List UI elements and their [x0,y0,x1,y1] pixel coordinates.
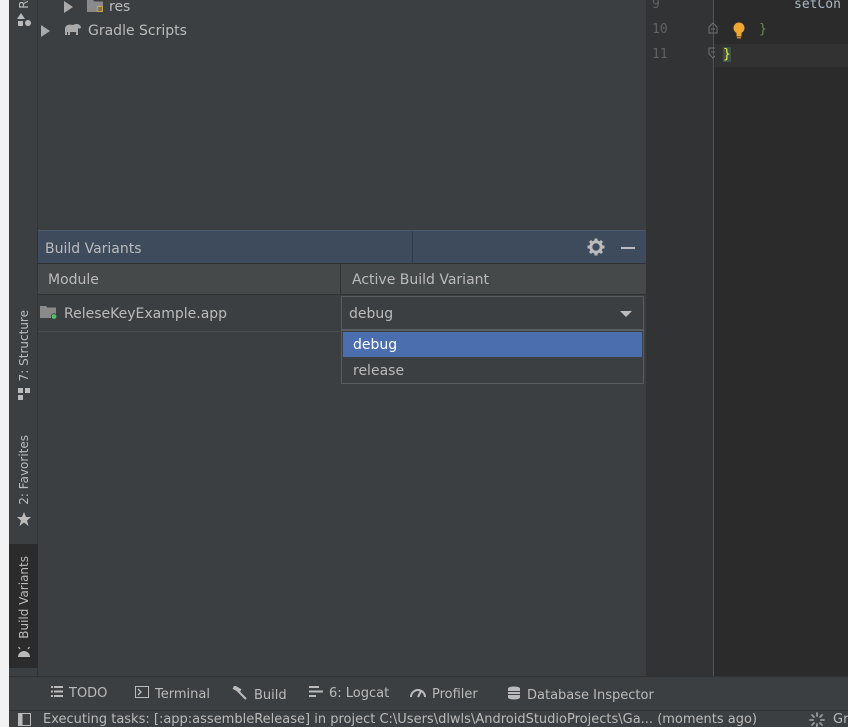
gradle-elephant-icon [64,22,82,40]
tree-item-gradle-scripts[interactable]: Gradle Scripts [41,20,187,42]
bottom-tab-database-inspector[interactable]: Database Inspector [507,686,654,704]
vtab-structure[interactable]: 7: Structure [9,310,38,408]
project-panel: res Gradle Scripts [38,0,646,230]
dropdown-option-release[interactable]: release [343,358,642,383]
panel-title: Build Variants [45,241,142,257]
vtab-resource-manager[interactable]: Reso [9,0,38,50]
lightbulb-icon[interactable] [732,22,746,43]
code-line-9: setCon [794,0,841,12]
folder-icon [87,0,103,16]
code-editor[interactable]: 9 10 11 setCon } } [646,0,848,676]
chevron-down-icon[interactable] [620,311,632,317]
toggle-tool-windows-icon[interactable] [18,713,31,727]
database-icon [507,686,521,704]
bottom-tab-profiler[interactable]: Profiler [410,686,478,702]
bottom-tab-label: Build [254,687,287,703]
tree-item-label: Gradle Scripts [88,23,187,39]
variant-dropdown[interactable]: debug [341,296,644,330]
spinner-icon [809,712,825,727]
expand-arrow-icon[interactable] [64,1,73,13]
hammer-icon [232,685,248,704]
bottom-tab-label: Database Inspector [527,687,654,703]
bottom-tab-label: TODO [69,686,108,701]
module-name: ReleseKeyExample.app [64,305,228,322]
bottom-tab-label: 6: Logcat [329,686,390,701]
bottom-tab-label: Profiler [432,686,478,702]
table-row[interactable]: ReleseKeyExample.app [38,296,340,332]
tree-item-res[interactable]: res [64,0,130,18]
bottom-tool-window-bar: TODO Terminal Build 6: Logcat Profiler D… [9,676,848,710]
column-separator [340,264,341,295]
current-line-highlight [715,44,848,67]
dropdown-option-debug[interactable]: debug [343,332,642,357]
variant-dropdown-list: debug release [341,330,644,384]
list-icon [51,686,63,701]
column-header-active-variant[interactable]: Active Build Variant [352,272,489,288]
column-header-module[interactable]: Module [48,272,99,288]
line-number: 11 [652,47,668,62]
structure-icon [17,387,31,401]
code-line-11: } [723,47,731,62]
line-number: 9 [652,0,660,12]
window-left-edge [0,0,9,727]
star-icon [16,511,32,527]
left-tool-window-bar: Reso 7: Structure 2: Favorites Build Var… [9,0,38,676]
bottom-tab-todo[interactable]: TODO [51,686,107,701]
resource-manager-icon [16,12,31,26]
bottom-tab-terminal[interactable]: Terminal [135,686,210,702]
bottom-tab-build[interactable]: Build [232,685,287,704]
minimize-icon[interactable] [621,247,635,249]
bottom-tab-label: Terminal [155,686,210,702]
code-line-10: } [759,22,767,37]
table-header-row: Module Active Build Variant [38,264,646,295]
terminal-icon [135,686,149,702]
gear-icon[interactable] [587,238,605,260]
tree-item-label: res [109,0,131,15]
android-icon [17,645,31,659]
editor-gutter: 9 10 11 [646,0,718,676]
vtab-favorites[interactable]: 2: Favorites [9,435,38,530]
status-message[interactable]: Executing tasks: [:app:assembleRelease] … [43,712,757,727]
gauge-icon [410,686,426,702]
expand-arrow-icon[interactable] [41,25,50,37]
logcat-icon [309,686,323,701]
module-folder-icon [40,304,58,324]
vtab-label: 2: Favorites [16,435,31,505]
header-divider [412,231,413,264]
bottom-tab-logcat[interactable]: 6: Logcat [309,686,389,701]
line-number: 10 [652,22,668,37]
variant-selected-value: debug [349,306,394,322]
status-bar: Executing tasks: [:app:assembleRelease] … [9,710,848,727]
status-trailing-text[interactable]: Gr [833,712,848,727]
fold-marker-icon[interactable] [708,22,718,38]
build-variants-header: Build Variants [38,230,646,264]
build-variants-table: Module Active Build Variant ReleseKeyExa… [38,264,646,676]
vtab-build-variants[interactable]: Build Variants [9,544,38,668]
vtab-label: 7: Structure [16,310,31,382]
vtab-label: Build Variants [16,556,31,639]
vtab-label: Reso [17,0,31,9]
